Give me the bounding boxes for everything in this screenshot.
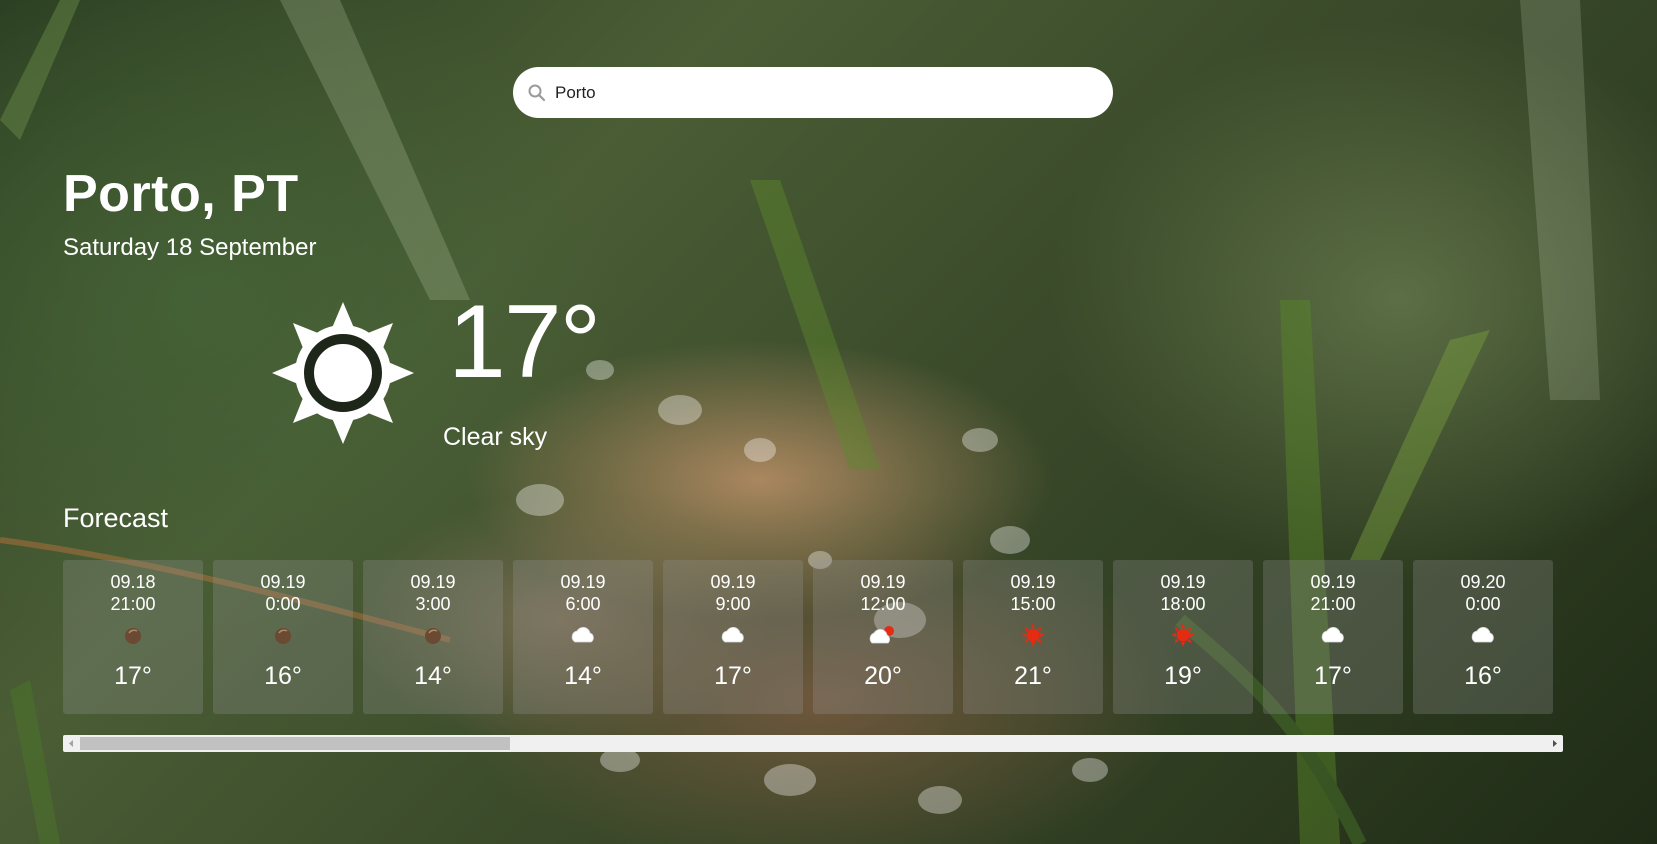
forecast-card: 09.19 6:00 14° [513, 560, 653, 714]
sun-icon [272, 302, 414, 444]
forecast-date: 09.19 [1310, 572, 1356, 592]
forecast-temperature: 17° [714, 662, 752, 690]
forecast-temperature: 17° [114, 662, 152, 690]
weather-condition: Clear sky [443, 423, 548, 451]
forecast-temperature: 20° [864, 662, 902, 690]
forecast-card: 09.19 12:00 20° [813, 560, 953, 714]
forecast-date: 09.19 [560, 572, 606, 592]
sun-icon [1171, 623, 1195, 647]
forecast-time: 21:00 [1310, 594, 1356, 614]
cloud-icon [1471, 627, 1494, 643]
forecast-temperature: 14° [564, 662, 602, 690]
forecast-card: 09.19 15:00 21° [963, 560, 1103, 714]
forecast-date: 09.19 [860, 572, 906, 592]
sun-icon [1021, 623, 1045, 647]
forecast-date: 09.19 [260, 572, 306, 592]
forecast-card: 09.18 21:00 17° [63, 560, 203, 714]
scroll-right-arrow-icon[interactable] [1546, 735, 1563, 752]
forecast-date: 09.20 [1460, 572, 1506, 592]
search-icon [528, 84, 546, 101]
forecast-temperature: 16° [1464, 662, 1502, 690]
forecast-date: 09.19 [710, 572, 756, 592]
forecast-time: 21:00 [110, 594, 156, 614]
moon-icon [275, 628, 291, 644]
forecast-date: 09.19 [410, 572, 456, 592]
forecast-card: 09.19 21:00 17° [1263, 560, 1403, 714]
forecast-date: 09.18 [110, 572, 156, 592]
forecast-time: 12:00 [860, 594, 906, 614]
background-image [0, 0, 1600, 844]
forecast-card: 09.19 0:00 16° [213, 560, 353, 714]
forecast-time: 0:00 [1465, 594, 1501, 614]
forecast-temperature: 14° [414, 662, 452, 690]
cloud-icon [721, 627, 744, 643]
moon-icon [425, 628, 441, 644]
forecast-time: 15:00 [1010, 594, 1056, 614]
forecast-scrollbar[interactable] [63, 735, 1563, 752]
scroll-left-arrow-icon[interactable] [63, 735, 80, 752]
forecast-date: 09.19 [1010, 572, 1056, 592]
cloud-sun-icon [869, 626, 894, 644]
scrollbar-thumb[interactable] [80, 737, 510, 750]
forecast-card: 09.20 0:00 16° [1413, 560, 1553, 714]
cloud-icon [571, 627, 594, 643]
forecast-temperature: 19° [1164, 662, 1202, 690]
forecast-time: 18:00 [1160, 594, 1206, 614]
forecast-time: 6:00 [565, 594, 601, 614]
moon-icon [125, 628, 141, 644]
forecast-time: 3:00 [415, 594, 451, 614]
current-temperature: 17° [448, 284, 601, 400]
forecast-card: 09.19 18:00 19° [1113, 560, 1253, 714]
forecast-card: 09.19 9:00 17° [663, 560, 803, 714]
forecast-temperature: 17° [1314, 662, 1352, 690]
current-date: Saturday 18 September [63, 234, 317, 261]
forecast-list[interactable]: 09.18 21:00 17° 09.19 0:00 16° 09.19 3:0… [63, 560, 1563, 714]
forecast-time: 0:00 [265, 594, 301, 614]
cloud-icon [1321, 627, 1344, 643]
forecast-heading: Forecast [63, 503, 169, 533]
forecast-date: 09.19 [1160, 572, 1206, 592]
forecast-temperature: 21° [1014, 662, 1052, 690]
search-bar[interactable] [513, 67, 1113, 118]
forecast-temperature: 16° [264, 662, 302, 690]
search-input[interactable] [555, 77, 1095, 108]
city-name: Porto, PT [63, 165, 299, 223]
forecast-card: 09.19 3:00 14° [363, 560, 503, 714]
forecast-time: 9:00 [715, 594, 751, 614]
